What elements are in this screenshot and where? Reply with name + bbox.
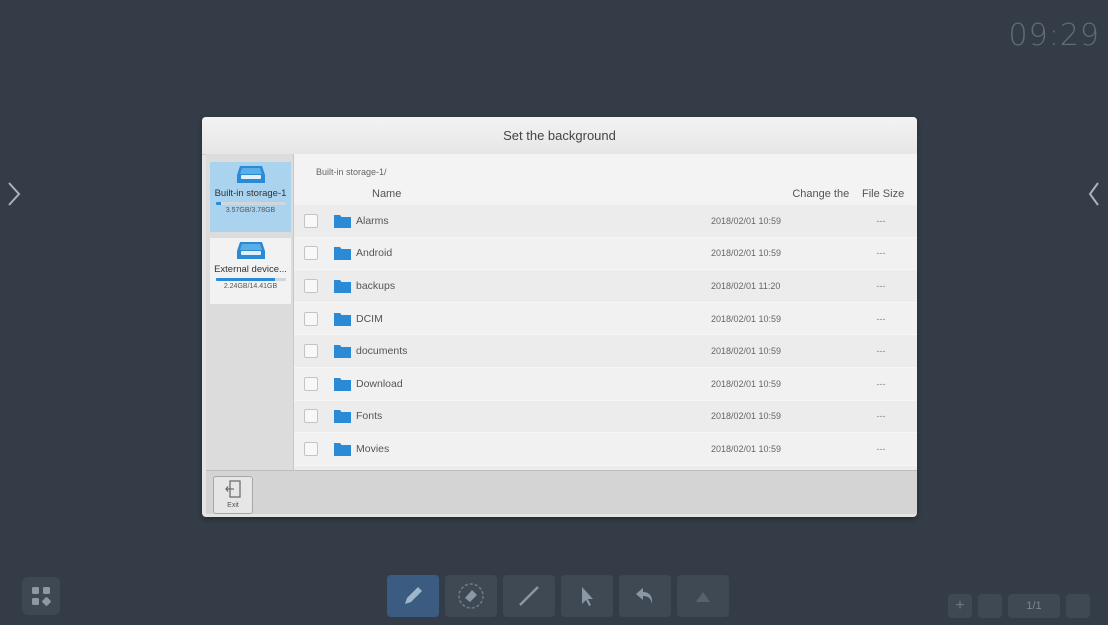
undo-button[interactable] [619, 575, 671, 617]
column-name[interactable]: Name [294, 185, 542, 203]
storage-label: External device... [214, 264, 287, 275]
column-date[interactable]: Change the [642, 185, 849, 203]
folder-icon [334, 377, 351, 391]
storage-sidebar: Built-in storage-1 3.57GB/3.78GB Externa… [206, 154, 294, 470]
file-name: Android [356, 247, 393, 260]
redo-button[interactable] [677, 575, 729, 617]
file-size: --- [876, 411, 886, 422]
file-row[interactable]: Alarms 2018/02/01 10:59 --- [294, 205, 917, 238]
file-row[interactable]: Android 2018/02/01 10:59 --- [294, 237, 917, 271]
drive-icon [236, 242, 265, 259]
file-browser: Built-in storage-1/ Name Change the File… [294, 154, 917, 470]
file-name: Fonts [356, 410, 383, 423]
file-name: Alarms [356, 214, 389, 227]
folder-icon [334, 279, 351, 293]
next-page-button[interactable] [1066, 594, 1090, 618]
file-date: 2018/02/01 10:59 [711, 313, 782, 324]
redo-icon [696, 592, 710, 602]
row-checkbox[interactable] [304, 213, 318, 228]
chevron-right-icon[interactable] [4, 180, 24, 208]
row-checkbox[interactable] [304, 278, 318, 293]
file-size: --- [876, 215, 886, 226]
file-list: Alarms 2018/02/01 10:59 --- Android 2018/02/… [294, 205, 917, 470]
apps-button[interactable] [22, 577, 60, 615]
file-date: 2018/02/01 10:59 [711, 443, 782, 454]
file-row[interactable]: Movies 2018/02/01 10:59 --- [294, 433, 917, 466]
undo-icon [636, 588, 653, 604]
storage-usage-bar [215, 278, 286, 281]
folder-icon [334, 442, 351, 456]
file-name: backups [356, 279, 396, 292]
folder-icon [334, 410, 351, 424]
column-header: Name Change the File Size [294, 185, 917, 203]
file-name: Download [356, 377, 403, 390]
row-checkbox[interactable] [304, 409, 318, 424]
dialog-footer: Exit [206, 470, 917, 514]
storage-usage-text: 2.24GB/14.41GB [223, 283, 278, 290]
file-date: 2018/02/01 10:59 [711, 248, 782, 259]
bottom-toolbar [387, 575, 729, 617]
folder-icon [334, 312, 351, 326]
file-name: Movies [356, 442, 390, 455]
apps-grid-icon [32, 587, 51, 606]
file-row[interactable]: documents 2018/02/01 10:59 --- [294, 335, 917, 368]
line-icon [519, 586, 539, 606]
file-size: --- [876, 280, 886, 291]
exit-button[interactable]: Exit [213, 476, 253, 514]
clock: 09:29 [1008, 18, 1100, 53]
pointer-icon [582, 587, 593, 606]
storage-usage-bar [215, 202, 286, 205]
storage-usage-text: 3.57GB/3.78GB [225, 207, 276, 214]
file-date: 2018/02/01 11:20 [711, 280, 781, 291]
exit-label: Exit [227, 502, 239, 509]
row-checkbox[interactable] [304, 441, 318, 456]
storage-usage-fill [215, 202, 222, 205]
prev-page-button[interactable] [978, 594, 1002, 618]
file-date: 2018/02/01 10:59 [711, 346, 782, 357]
folder-icon [334, 345, 351, 359]
file-row[interactable]: backups 2018/02/01 11:20 --- [294, 270, 917, 303]
folder-icon [334, 247, 351, 261]
set-background-dialog: Set the background Built-in storage-1 3.… [202, 117, 917, 517]
file-date: 2018/02/01 10:59 [711, 378, 782, 389]
file-name: DCIM [356, 312, 383, 325]
file-date: 2018/02/01 10:59 [711, 215, 782, 226]
row-checkbox[interactable] [304, 376, 318, 391]
file-date: 2018/02/01 10:59 [711, 411, 782, 422]
exit-icon [225, 480, 241, 498]
file-size: --- [876, 346, 886, 357]
storage-item-external[interactable]: External device... 2.24GB/14.41GB [210, 238, 291, 304]
add-page-button[interactable]: + [948, 594, 972, 618]
file-row[interactable]: DCIM 2018/02/01 10:59 --- [294, 302, 917, 336]
pen-tool-button[interactable] [387, 575, 439, 617]
file-size: --- [876, 443, 886, 454]
file-size: --- [876, 378, 886, 389]
storage-usage-fill [215, 278, 275, 281]
file-row[interactable]: Fonts 2018/02/01 10:59 --- [294, 400, 917, 434]
file-size: --- [876, 313, 886, 324]
dialog-title: Set the background [202, 117, 917, 155]
row-checkbox[interactable] [304, 344, 318, 359]
eraser-tool-button[interactable] [445, 575, 497, 617]
chevron-left-icon[interactable] [1088, 180, 1108, 208]
page-controls: + 1/1 [948, 594, 1090, 618]
breadcrumb: Built-in storage-1/ [316, 167, 387, 177]
folder-icon [334, 214, 351, 228]
page-indicator: 1/1 [1008, 594, 1060, 618]
storage-item-builtin[interactable]: Built-in storage-1 3.57GB/3.78GB [210, 162, 291, 232]
storage-label: Built-in storage-1 [214, 188, 287, 199]
drive-icon [236, 166, 265, 183]
pen-icon [405, 587, 422, 604]
column-size[interactable]: File Size [849, 185, 917, 203]
line-tool-button[interactable] [503, 575, 555, 617]
file-row[interactable]: Download 2018/02/01 10:59 --- [294, 367, 917, 401]
file-size: --- [876, 248, 886, 259]
pointer-tool-button[interactable] [561, 575, 613, 617]
row-checkbox[interactable] [304, 311, 318, 326]
eraser-icon [458, 583, 484, 609]
file-name: documents [356, 345, 408, 358]
row-checkbox[interactable] [304, 246, 318, 261]
